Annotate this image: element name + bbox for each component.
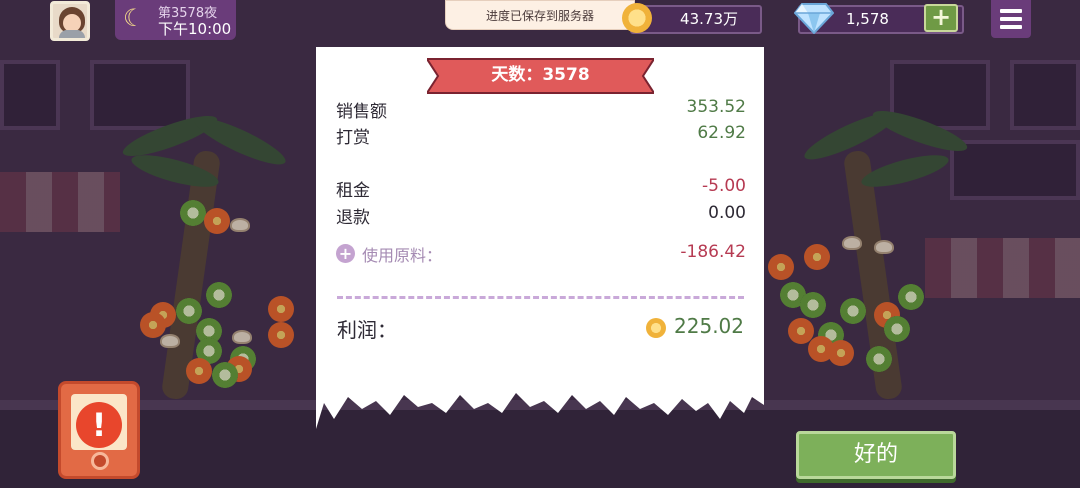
tips-row: 打赏 62.92 <box>336 123 746 148</box>
avatar-body <box>59 30 85 38</box>
exclamation-icon: ! <box>76 402 122 448</box>
ingredients-label: 使用原料： <box>362 246 443 265</box>
menu-icon-bar <box>1000 25 1022 29</box>
refund-label: 退款 <box>336 208 370 228</box>
moon-icon: ☾ <box>123 4 145 32</box>
tips-label: 打赏 <box>336 128 370 148</box>
diamond-icon <box>794 3 834 34</box>
ingredients-row[interactable]: + 使用原料： -186.42 <box>336 242 746 266</box>
expand-ingredients-icon[interactable]: + <box>336 244 355 263</box>
refund-value: 0.00 <box>708 203 746 223</box>
player-avatar[interactable] <box>50 1 90 41</box>
refund-row: 退款 0.00 <box>336 203 746 228</box>
rent-label: 租金 <box>336 181 370 201</box>
day-banner-text: 天数：3578 <box>491 65 590 85</box>
sales-row: 销售额 353.52 <box>336 97 746 122</box>
ingredients-value: -186.42 <box>680 242 746 262</box>
menu-icon-bar <box>1000 17 1022 21</box>
alert-card-face: ! <box>71 394 127 450</box>
save-toast: 进度已保存到服务器 <box>445 0 635 30</box>
tips-value: 62.92 <box>697 123 746 143</box>
coin-icon <box>622 3 652 33</box>
sales-label: 销售额 <box>336 102 387 122</box>
game-time: 下午10:00 <box>158 20 232 38</box>
profit-value: 225.02 <box>674 314 744 338</box>
profit-label: 利润： <box>337 318 397 342</box>
rent-value: -5.00 <box>702 176 746 196</box>
rent-row: 租金 -5.00 <box>336 176 746 201</box>
card-dot-icon <box>91 452 109 470</box>
ok-button[interactable]: 好的 <box>796 431 956 479</box>
sales-value: 353.52 <box>686 97 746 117</box>
menu-button[interactable] <box>991 0 1031 38</box>
dashed-divider <box>337 296 744 299</box>
coin-icon <box>646 318 666 338</box>
alert-card-button[interactable]: ! <box>58 381 140 479</box>
menu-icon <box>1000 9 1022 13</box>
buy-gems-button[interactable]: + <box>924 4 958 32</box>
night-clock-panel: ☾ 第3578夜 下午10:00 <box>115 0 236 40</box>
